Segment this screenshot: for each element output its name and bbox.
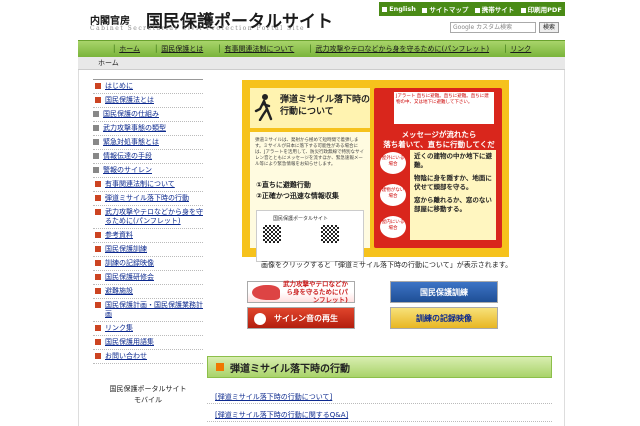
sidebar-item-glossary[interactable]: 国民保護用語集 [93, 336, 203, 350]
pamphlet-icon [252, 285, 280, 300]
bullet-icon [95, 325, 101, 331]
qr-code-icon [321, 225, 339, 243]
bullet-icon [95, 339, 101, 345]
sidebar-item-attack-types[interactable]: 武力攻撃事態の類型 [93, 122, 203, 136]
pamphlet-button[interactable]: 武力攻撃やテロなどから身を守るために(パンフレット) [247, 280, 355, 304]
bullet-icon [95, 302, 101, 308]
site-subtitle: Cabinet Secretariat Civil Protection Por… [90, 25, 306, 32]
nav-home[interactable]: ホーム [112, 44, 140, 54]
sidebar-item-references[interactable]: 参考資料 [93, 229, 203, 243]
action-item: 近くの建物の中か地下に避難。 [414, 152, 492, 169]
mobile-icon [474, 7, 480, 13]
sidebar-item-pamphlet[interactable]: 武力攻撃やテロなどから身を守るために(パンフレット) [93, 206, 203, 229]
sidebar-item-siren[interactable]: 警報のサイレン [93, 164, 203, 178]
print-icon [520, 7, 526, 13]
sitemap-icon [422, 7, 428, 13]
bullet-icon [95, 83, 101, 89]
bullet-icon [95, 260, 101, 266]
mobile-title: 国民保護ポータルサイト [109, 385, 187, 393]
action-list: 近くの建物の中か地下に避難。 物陰に身を隠すか、地面に伏せて頭部を守る。 窓から… [410, 150, 496, 240]
label-indoors: 屋内にいる場合 [380, 216, 406, 238]
nav-pamphlet[interactable]: 武力攻撃やテロなどから身を守るために(パンフレット) [308, 44, 489, 54]
bullet-icon [95, 181, 101, 187]
sidebar-item-emergency[interactable]: 緊急対処事態とは [93, 136, 203, 150]
orange-square-icon [216, 363, 224, 371]
bullet-icon [95, 97, 101, 103]
portal-card: 国民保護ポータルサイト [256, 210, 364, 262]
running-person-icon [254, 94, 273, 121]
sidebar-item-mechanism[interactable]: 国民保護の仕組み [93, 108, 203, 122]
search-button[interactable]: 検索 [539, 22, 559, 33]
bullet-icon [95, 246, 101, 252]
sidebar-item-law[interactable]: 国民保護法とは [93, 94, 203, 108]
bullet-icon [95, 288, 101, 294]
bullet-icon [95, 353, 101, 359]
bullet-icon [95, 209, 101, 215]
mobile-site-link[interactable]: 携帯サイト [474, 4, 514, 14]
global-nav: ホーム 国民保護とは 有事関連法制について 武力攻撃やテロなどから身を守るために… [78, 40, 565, 57]
portal-card-title: 国民保護ポータルサイト [273, 216, 329, 222]
label-outdoors: 屋外にいる場合 [380, 152, 406, 174]
qr-code-icon [263, 225, 281, 243]
sidebar-item-link-collection[interactable]: リンク集 [93, 322, 203, 336]
breadcrumb: ホーム [78, 57, 565, 70]
sub-bullet-icon [93, 153, 99, 159]
missile-banner[interactable]: 弾道ミサイル落下時の 行動について 弾道ミサイルは、発射から極めて短時間で着弾し… [242, 80, 509, 262]
utility-bar: English サイトマップ 携帯サイト 印刷用PDF [379, 2, 565, 16]
site-header: 内閣官房 国民保護ポータルサイト Cabinet Secretariat Civ… [78, 0, 565, 40]
banner-body-text: 弾道ミサイルは、発射から極めて短時間で着弾します。ミサイルが日本に落下する可能性… [255, 138, 364, 167]
sub-bullet-icon [93, 125, 99, 131]
bullet-icon [95, 232, 101, 238]
sidebar: はじめに 国民保護法とは 国民保護の仕組み 武力攻撃事態の類型 緊急対処事態とは… [93, 78, 203, 406]
divider [207, 421, 552, 422]
sidebar-item-plans[interactable]: 国民保護計画・国民保護業務計画 [93, 299, 203, 322]
missile-qa-link[interactable]: [弾道ミサイル落下時の行動に関するQ&A] [215, 410, 348, 420]
left-border [78, 70, 79, 426]
sidebar-item-contact[interactable]: お問い合わせ [93, 350, 203, 364]
jalert-message: Jアラート 直ちに避難。直ちに避難。直ちに建物の中、又は地下に避難して下さい。 [394, 92, 494, 124]
nav-legislation[interactable]: 有事関連法制について [217, 44, 294, 54]
globe-icon [382, 6, 388, 12]
sidebar-item-seminar[interactable]: 国民保護研修会 [93, 271, 203, 285]
sidebar-item-missile[interactable]: 弾道ミサイル落下時の行動 [93, 192, 203, 206]
banner-body: 弾道ミサイルは、発射から極めて短時間で着弾します。ミサイルが日本に落下する可能性… [250, 132, 370, 262]
divider [207, 403, 552, 404]
action-item: 窓から離れるか、窓のない部屋に移動する。 [414, 196, 492, 213]
sub-bullet-icon [93, 139, 99, 145]
bullet-icon [95, 195, 101, 201]
step-one: ①直ちに避難行動 [256, 181, 311, 189]
banner-title-line2: 行動について [280, 107, 334, 117]
alert-panel: Jアラート 直ちに避難。直ちに避難。直ちに建物の中、又は地下に避難して下さい。 … [374, 88, 502, 248]
sidebar-item-info-means[interactable]: 情報伝達の手段 [93, 150, 203, 164]
training-video-button[interactable]: 訓練の記録映像 [390, 307, 498, 329]
nav-about[interactable]: 国民保護とは [154, 44, 203, 54]
english-link[interactable]: English [382, 5, 416, 13]
label-no-building: 建物がない場合 [380, 184, 406, 206]
nav-links[interactable]: リンク [503, 44, 531, 54]
search-area: Google カスタム検索 検索 [450, 22, 559, 33]
sub-bullet-icon [93, 167, 99, 173]
step-two: ②正確かつ迅速な情報収集 [256, 192, 339, 200]
section-heading: 弾道ミサイル落下時の行動 [207, 356, 552, 378]
banner-caption: 画像をクリックすると「弾道ミサイル落下時の行動について」が表示されます。 [261, 261, 513, 269]
sidebar-item-training-video[interactable]: 訓練の記録映像 [93, 257, 203, 271]
sitemap-link[interactable]: サイトマップ [422, 4, 468, 14]
sub-bullet-icon [93, 111, 99, 117]
sidebar-item-training[interactable]: 国民保護訓練 [93, 243, 203, 257]
sidebar-item-legislation[interactable]: 有事関連法制について [93, 178, 203, 192]
print-pdf-link[interactable]: 印刷用PDF [520, 4, 562, 14]
mobile-subtitle: モバイル [134, 396, 162, 404]
action-item: 物陰に身を隠すか、地面に伏せて頭部を守る。 [414, 174, 492, 191]
siren-play-button[interactable]: サイレン音の再生 [247, 307, 355, 329]
banner-title-area: 弾道ミサイル落下時の 行動について [250, 88, 370, 128]
speaker-icon [254, 313, 266, 325]
missile-action-link[interactable]: [弾道ミサイル落下時の行動について] [215, 392, 332, 402]
training-button[interactable]: 国民保護訓練 [390, 281, 498, 303]
bullet-icon [95, 274, 101, 280]
sidebar-item-shelters[interactable]: 避難施設 [93, 285, 203, 299]
sidebar-item-intro[interactable]: はじめに [93, 79, 203, 94]
mobile-site-box[interactable]: 国民保護ポータルサイト モバイル [93, 384, 203, 406]
search-input[interactable]: Google カスタム検索 [450, 22, 536, 33]
